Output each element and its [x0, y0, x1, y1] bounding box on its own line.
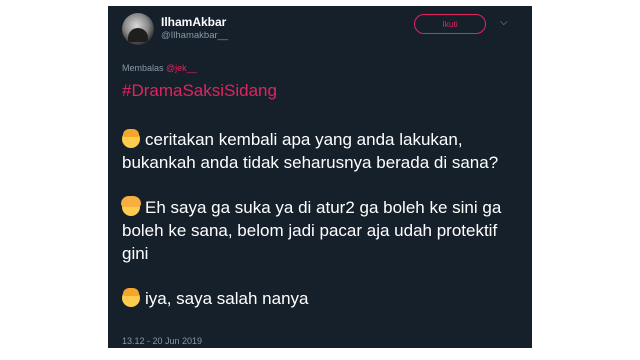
display-name[interactable]: IlhamAkbar [161, 15, 226, 29]
tweet-line-text: Eh saya ga suka ya di atur2 ga boleh ke … [122, 198, 502, 263]
reply-prefix: Membalas [122, 63, 164, 73]
tweet-text: ceritakan kembali apa yang anda lakukan,… [121, 128, 526, 332]
tweet-line: Eh saya ga suka ya di atur2 ga boleh ke … [121, 196, 526, 265]
girl-emoji-icon [121, 196, 141, 216]
follow-button[interactable]: Ikuti [414, 14, 486, 34]
man-emoji-icon [122, 129, 140, 148]
chevron-down-icon[interactable]: ⌵ [500, 17, 508, 28]
man-emoji-icon [122, 288, 140, 307]
tweet-card: IlhamAkbar @Ilhamakbar__ Ikuti ⌵ Membala… [108, 6, 532, 348]
reply-mention[interactable]: @jek__ [166, 63, 197, 73]
tweet-line: ceritakan kembali apa yang anda lakukan,… [122, 128, 526, 174]
hashtag[interactable]: #DramaSaksiSidang [122, 81, 277, 101]
tweet-line-text: iya, saya salah nanya [145, 289, 309, 308]
reply-context: Membalas @jek__ [122, 63, 197, 73]
tweet-line-text: ceritakan kembali apa yang anda lakukan,… [122, 130, 499, 172]
tweet-line: iya, saya salah nanya [122, 287, 526, 310]
avatar[interactable] [122, 13, 154, 45]
user-handle[interactable]: @Ilhamakbar__ [161, 30, 228, 41]
tweet-timestamp[interactable]: 13.12 - 20 Jun 2019 [122, 336, 202, 346]
